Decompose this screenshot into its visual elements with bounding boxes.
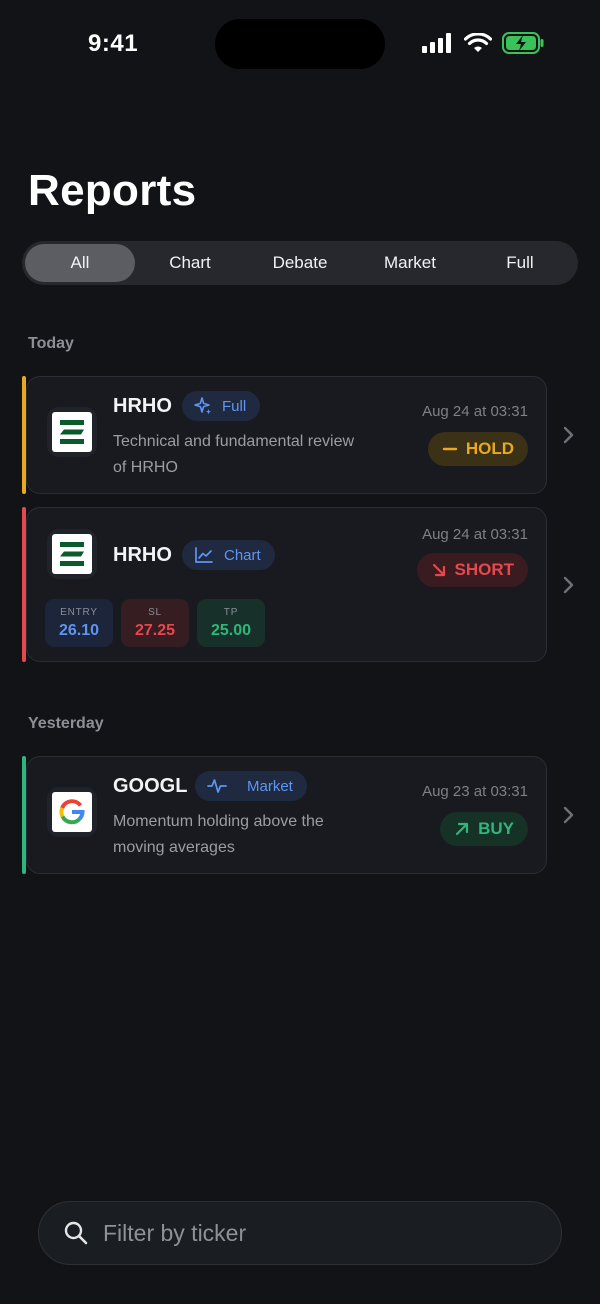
trade-levels: ENTRY 26.10 SL 27.25 TP 25.00 — [45, 599, 265, 647]
section-label-today: Today — [28, 335, 74, 352]
filter-tab-market[interactable]: Market — [355, 244, 465, 282]
stop-loss-value: 27.25 — [134, 621, 176, 639]
signal-badge-buy: BUY — [440, 812, 528, 846]
line-chart-icon — [195, 547, 213, 563]
hrho-logo-icon — [60, 420, 84, 444]
report-type-label: Full — [222, 397, 247, 415]
signal-badge-short: SHORT — [416, 553, 528, 587]
entry-value: 26.10 — [58, 621, 100, 639]
report-type-label: Chart — [224, 546, 261, 564]
report-card-body[interactable]: GOOGL Market Momentum holding above the … — [26, 756, 547, 874]
report-card-body[interactable]: HRHO Full Technical and fundamental revi… — [26, 376, 547, 494]
report-type-badge: Chart — [182, 540, 275, 570]
report-card-hrho-chart[interactable]: HRHO Chart Aug 24 at 03:31 SHORT ENTRY 2… — [22, 507, 578, 662]
report-card-hrho-full[interactable]: HRHO Full Technical and fundamental revi… — [22, 376, 578, 494]
filter-tab-debate[interactable]: Debate — [245, 244, 355, 282]
dynamic-island — [215, 19, 385, 69]
report-type-badge: Market — [195, 771, 307, 801]
filter-tab-all[interactable]: All — [25, 244, 135, 282]
hrho-logo-icon — [60, 542, 84, 566]
ticker-symbol: GOOGL — [113, 775, 188, 797]
ticker-search-input[interactable] — [103, 1219, 503, 1247]
report-card-googl-market[interactable]: GOOGL Market Momentum holding above the … — [22, 756, 578, 874]
signal-label: HOLD — [465, 439, 514, 458]
ticker-logo — [47, 407, 97, 457]
report-date: Aug 23 at 03:31 — [422, 783, 528, 800]
report-description: Technical and fundamental review of HRHO — [113, 433, 355, 476]
battery-charging-icon — [502, 32, 544, 54]
stop-loss-label: SL — [148, 606, 162, 618]
sparkle-icon — [194, 397, 211, 415]
chevron-right-icon — [563, 806, 574, 824]
status-bar: 9:41 — [0, 0, 600, 90]
take-profit-level: TP 25.00 — [197, 599, 265, 647]
signal-icon — [422, 33, 451, 53]
ticker-logo — [47, 787, 97, 837]
section-label-yesterday: Yesterday — [28, 715, 104, 732]
filter-tab-chart[interactable]: Chart — [135, 244, 245, 282]
report-card-body[interactable]: HRHO Chart Aug 24 at 03:31 SHORT ENTRY 2… — [26, 507, 547, 662]
status-time: 9:41 — [88, 30, 139, 57]
google-logo-icon — [59, 799, 85, 825]
ticker-symbol: HRHO — [113, 544, 172, 566]
signal-badge-hold: HOLD — [427, 432, 528, 466]
minus-icon — [442, 447, 458, 451]
report-description: Momentum holding above the moving averag… — [113, 813, 324, 856]
stop-loss-level: SL 27.25 — [121, 599, 189, 647]
report-type-label: Market — [247, 777, 293, 795]
search-icon — [64, 1221, 88, 1245]
chevron-right-icon — [563, 576, 574, 593]
arrow-down-right-icon — [432, 563, 445, 577]
entry-level: ENTRY 26.10 — [45, 599, 113, 647]
system-icons — [422, 32, 544, 54]
take-profit-value: 25.00 — [210, 621, 252, 639]
signal-label: SHORT — [454, 560, 515, 579]
ticker-symbol: HRHO — [113, 395, 172, 417]
report-date: Aug 24 at 03:31 — [422, 526, 528, 543]
take-profit-label: TP — [223, 606, 239, 618]
pulse-icon — [207, 779, 227, 793]
report-filter-segmented-control: All Chart Debate Market Full — [22, 241, 578, 285]
chevron-right-icon — [563, 426, 574, 444]
wifi-icon — [464, 33, 492, 52]
report-type-badge: Full — [182, 391, 261, 421]
signal-label: BUY — [478, 819, 514, 838]
report-date: Aug 24 at 03:31 — [422, 403, 528, 420]
page-title: Reports — [28, 166, 197, 215]
ticker-search-bar[interactable] — [38, 1201, 562, 1265]
ticker-logo — [47, 529, 97, 579]
arrow-up-right-icon — [455, 822, 469, 836]
filter-tab-full[interactable]: Full — [465, 244, 575, 282]
entry-label: ENTRY — [60, 606, 98, 618]
